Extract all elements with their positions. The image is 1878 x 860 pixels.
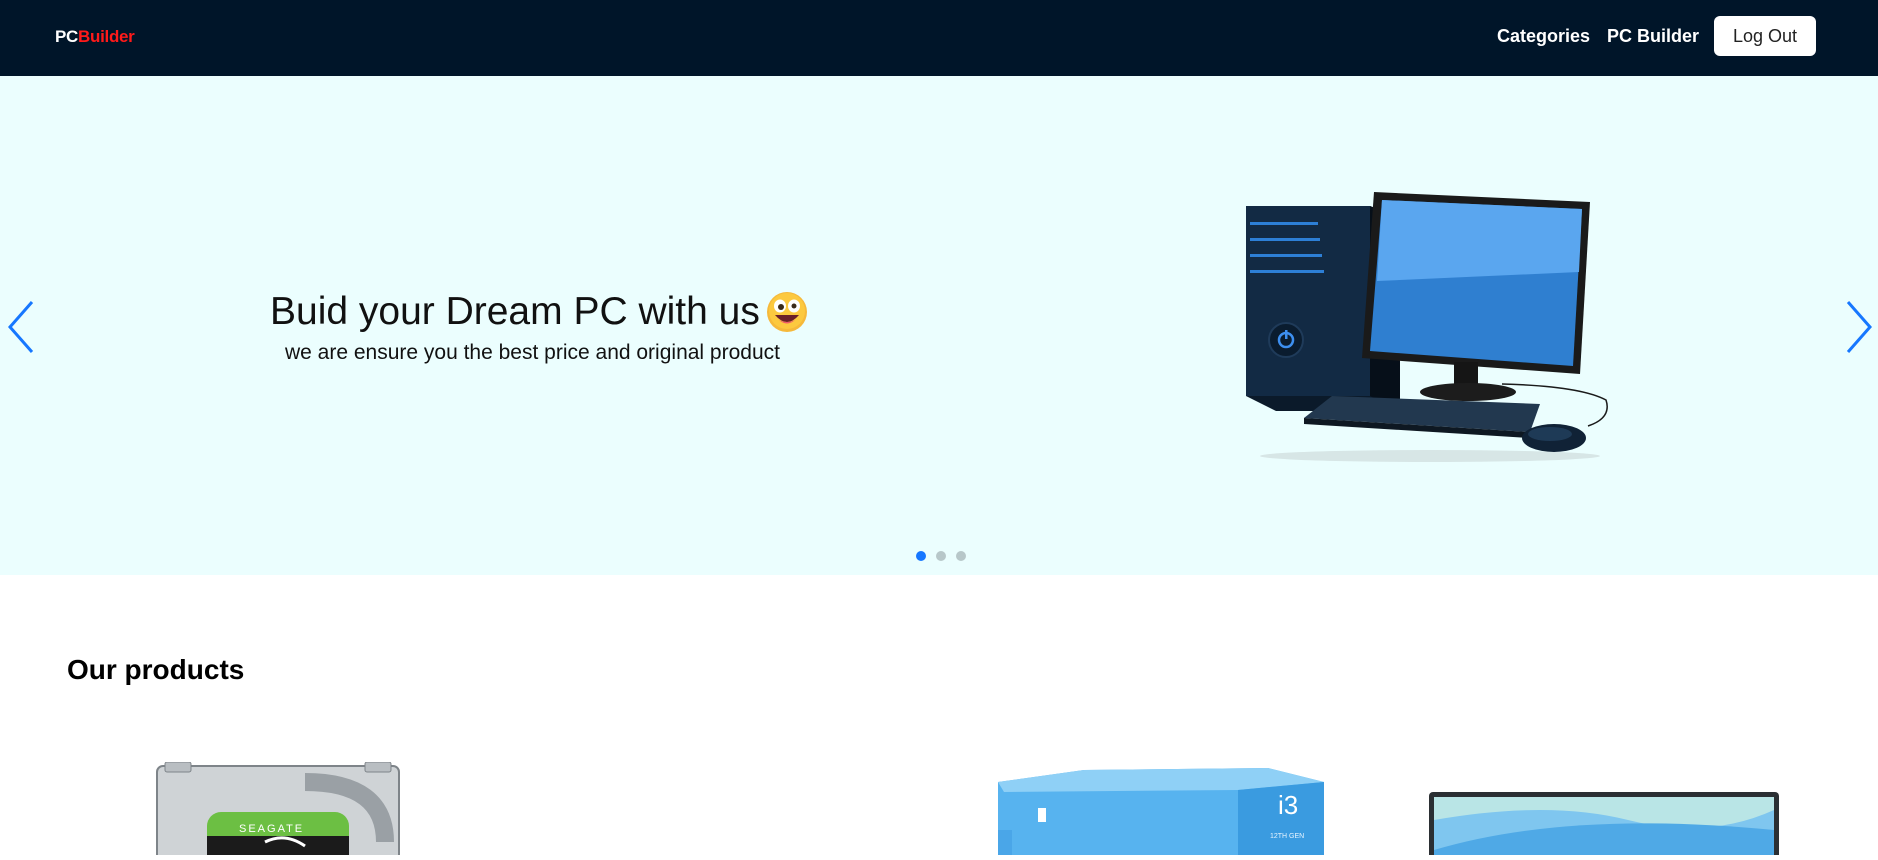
product-image-hard-drive[interactable]: SEAGATE	[155, 761, 401, 860]
desktop-pc-image	[1240, 186, 1612, 466]
carousel-dot-1[interactable]	[916, 551, 926, 561]
section-title-our-products: Our products	[67, 654, 245, 685]
carousel-dot-2[interactable]	[936, 551, 946, 561]
top-navbar: PCBuilder Categories PC Builder Log Out	[0, 0, 1878, 76]
logout-button[interactable]: Log Out	[1714, 16, 1816, 56]
site-logo[interactable]: PCBuilder	[55, 27, 135, 47]
logo-builder-text: Builder	[78, 27, 135, 46]
logo-pc-text: PC	[55, 27, 79, 46]
product-image-intel-i3[interactable]: i3 12TH GEN	[998, 760, 1324, 855]
nav-link-pc-builder[interactable]: PC Builder	[1607, 26, 1699, 47]
seagate-brand-text: SEAGATE	[239, 823, 304, 835]
grinning-face-emoji-icon	[766, 291, 808, 333]
nav-link-categories[interactable]: Categories	[1497, 26, 1590, 47]
carousel-dots	[916, 551, 966, 561]
hero-carousel: Buid your Dream PC with us we are ensure…	[0, 76, 1878, 575]
carousel-prev-arrow-icon[interactable]	[4, 298, 38, 356]
gen-box-text: 12TH GEN	[1270, 833, 1304, 840]
product-image-monitor[interactable]	[1428, 790, 1780, 860]
hero-title: Buid your Dream PC with us	[270, 290, 760, 333]
hero-title-row: Buid your Dream PC with us	[270, 290, 808, 334]
carousel-next-arrow-icon[interactable]	[1842, 298, 1876, 356]
hero-subtitle: we are ensure you the best price and ori…	[285, 341, 780, 364]
i3-box-text: i3	[1278, 790, 1298, 820]
carousel-dot-3[interactable]	[956, 551, 966, 561]
